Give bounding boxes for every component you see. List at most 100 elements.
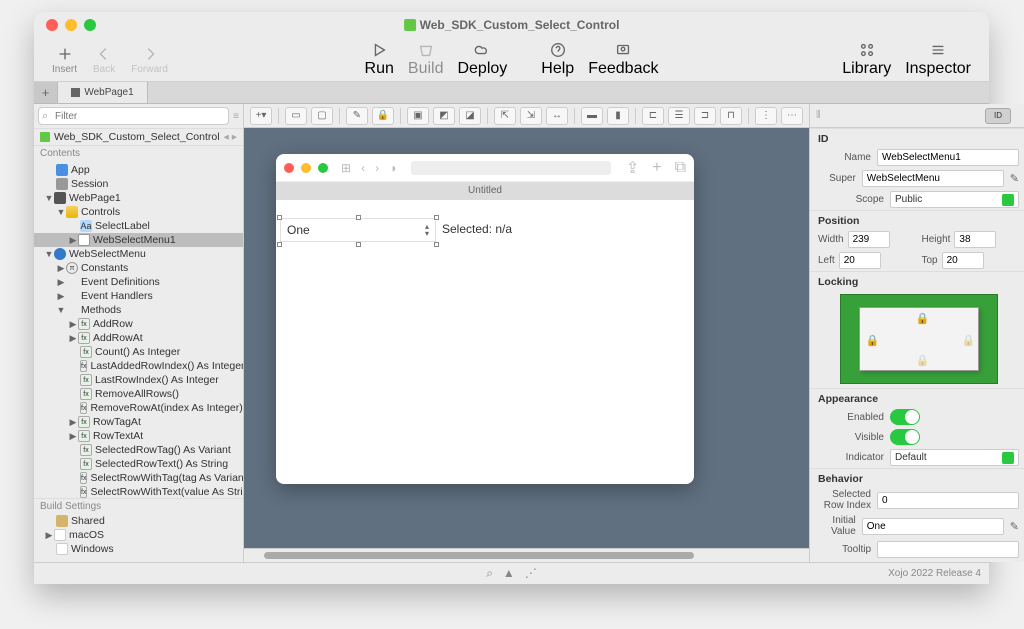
disclosure-icon[interactable]: ▶ (44, 530, 54, 541)
align-center-btn[interactable]: ☰ (668, 107, 690, 125)
tree-item-app[interactable]: App (34, 163, 243, 177)
project-header[interactable]: Web_SDK_Custom_Select_Control ◂ ▸ (34, 128, 243, 146)
tree-item-selectrowtag[interactable]: fxSelectRowWithTag(tag As Variant) (34, 471, 243, 485)
feedback-button[interactable]: Feedback (582, 41, 664, 78)
tree-item-methods[interactable]: ▼Methods (34, 303, 243, 317)
tab-webpage1[interactable]: WebPage1 (58, 82, 148, 103)
disclosure-icon[interactable]: ▶ (68, 319, 78, 330)
dist-v-btn[interactable]: ⋯ (781, 107, 803, 125)
align-btn-2[interactable]: ⇲ (520, 107, 542, 125)
height-field[interactable] (954, 231, 996, 248)
inspector-button[interactable]: Inspector (899, 41, 977, 78)
tree-item-eventdef[interactable]: ▶Event Definitions (34, 275, 243, 289)
align-left-btn[interactable]: ⊏ (642, 107, 664, 125)
lock-left-icon[interactable]: 🔒 (866, 334, 880, 347)
library-button[interactable]: Library (836, 41, 897, 78)
disclosure-icon[interactable]: ▼ (44, 193, 54, 203)
scrollbar-thumb[interactable] (264, 552, 694, 559)
selrow-field[interactable] (877, 492, 1019, 509)
tree-item-addrow[interactable]: ▶fxAddRow (34, 317, 243, 331)
left-field[interactable] (839, 252, 881, 269)
disclosure-icon[interactable]: ▶ (56, 277, 66, 288)
filter-menu-icon[interactable]: ≡ (233, 111, 239, 122)
enabled-toggle[interactable] (890, 409, 920, 425)
super-field[interactable] (862, 170, 1004, 187)
resize-handle[interactable] (356, 215, 361, 220)
pencil-icon[interactable]: ✎ (1010, 172, 1019, 185)
lock-right-icon[interactable]: 🔒 (962, 334, 976, 347)
help-button[interactable]: Help (535, 41, 580, 78)
minimize-icon[interactable] (65, 19, 77, 31)
disclosure-icon[interactable]: ▼ (56, 207, 66, 217)
scope-select[interactable]: Public (890, 191, 1019, 208)
warning-icon[interactable]: ▲ (503, 566, 515, 581)
tree-item-rowtextat[interactable]: ▶fxRowTextAt (34, 429, 243, 443)
close-icon[interactable] (46, 19, 58, 31)
back-button[interactable]: Back (87, 45, 121, 75)
dist-h-btn[interactable]: ⋮ (755, 107, 777, 125)
resize-handle[interactable] (434, 215, 439, 220)
selectlabel-control[interactable]: Selected: n/a (442, 222, 512, 236)
tree-item-webpage1[interactable]: ▼WebPage1 (34, 191, 243, 205)
tree-item-selectrowtext[interactable]: fxSelectRowWithText(value As String) (34, 485, 243, 498)
top-field[interactable] (942, 252, 984, 269)
zoom-icon[interactable] (84, 19, 96, 31)
locking-widget[interactable]: 🔒 🔒 🔒 🔒 (840, 294, 998, 384)
deploy-button[interactable]: Deploy (451, 41, 513, 78)
disclosure-icon[interactable]: ▶ (68, 333, 78, 344)
disclosure-icon[interactable]: ▼ (56, 305, 66, 315)
resize-handle[interactable] (434, 242, 439, 247)
tree-item-lastrow[interactable]: fxLastRowIndex() As Integer (34, 373, 243, 387)
tree-item-windows[interactable]: Windows (34, 542, 243, 556)
edit-btn[interactable]: ✎ (346, 107, 368, 125)
id-tab-button[interactable]: ID (985, 108, 1011, 124)
horizontal-scrollbar[interactable] (244, 548, 809, 562)
order-btn-2[interactable]: ◩ (433, 107, 455, 125)
run-button[interactable]: Run (359, 41, 400, 78)
resize-handle[interactable] (356, 242, 361, 247)
tree-item-shared[interactable]: Shared (34, 514, 243, 528)
lock-top-icon[interactable]: 🔒 (916, 312, 930, 325)
indicator-select[interactable]: Default (890, 449, 1019, 466)
align-right-btn[interactable]: ⊐ (694, 107, 716, 125)
tree-item-rowtagat[interactable]: ▶fxRowTagAt (34, 415, 243, 429)
tree-item-addrowat[interactable]: ▶fxAddRowAt (34, 331, 243, 345)
initval-field[interactable] (862, 518, 1004, 535)
resize-handle[interactable] (277, 215, 282, 220)
forward-button[interactable]: Forward (125, 45, 174, 75)
tree-item-removerowat[interactable]: fxRemoveRowAt(index As Integer) (34, 401, 243, 415)
tree-item-constants[interactable]: ▶πConstants (34, 261, 243, 275)
tree-item-lastadded[interactable]: fxLastAddedRowIndex() As Integer (34, 359, 243, 373)
align-top-btn[interactable]: ⊓ (720, 107, 742, 125)
webselectmenu-control[interactable]: One ▴▾ (280, 218, 436, 242)
name-field[interactable] (877, 149, 1019, 166)
add-control-button[interactable]: +▾ (250, 107, 272, 125)
visible-toggle[interactable] (890, 429, 920, 445)
tree-item-webselectmenu1[interactable]: ▶WebSelectMenu1 (34, 233, 243, 247)
tree-item-selectedrowtext[interactable]: fxSelectedRowText() As String (34, 457, 243, 471)
tree-item-selectedrowtag[interactable]: fxSelectedRowTag() As Variant (34, 443, 243, 457)
lock-btn[interactable]: 🔒 (372, 107, 394, 125)
add-tab-button[interactable]: + (34, 82, 58, 103)
rss-icon[interactable]: ⋰ (525, 566, 537, 581)
tree-item-count[interactable]: fxCount() As Integer (34, 345, 243, 359)
tree-item-session[interactable]: Session (34, 177, 243, 191)
tree-item-eventhandlers[interactable]: ▶Event Handlers (34, 289, 243, 303)
tree-item-controls[interactable]: ▼Controls (34, 205, 243, 219)
disclosure-icon[interactable]: ▼ (44, 249, 54, 259)
layout-btn-1[interactable]: ▭ (285, 107, 307, 125)
tree-item-selectlabel[interactable]: AaSelectLabel (34, 219, 243, 233)
fill-btn-2[interactable]: ▮ (607, 107, 629, 125)
tree-item-webselectmenu[interactable]: ▼WebSelectMenu (34, 247, 243, 261)
inspector-handle-icon[interactable]: ⦀ (816, 109, 821, 122)
disclosure-icon[interactable]: ▶ (56, 291, 66, 302)
search-icon[interactable]: ⌕ (486, 566, 493, 581)
nav-arrows[interactable]: ◂ ▸ (224, 131, 237, 143)
disclosure-icon[interactable]: ▶ (68, 235, 78, 246)
fill-btn-1[interactable]: ▬ (581, 107, 603, 125)
canvas-body[interactable]: ⊞ ‹ › ◑ ⇪ + ⧉ Untitled One (244, 128, 809, 548)
build-button[interactable]: Build (402, 41, 450, 78)
align-btn-3[interactable]: ↔ (546, 107, 568, 125)
width-field[interactable] (848, 231, 890, 248)
disclosure-icon[interactable]: ▶ (56, 263, 66, 274)
